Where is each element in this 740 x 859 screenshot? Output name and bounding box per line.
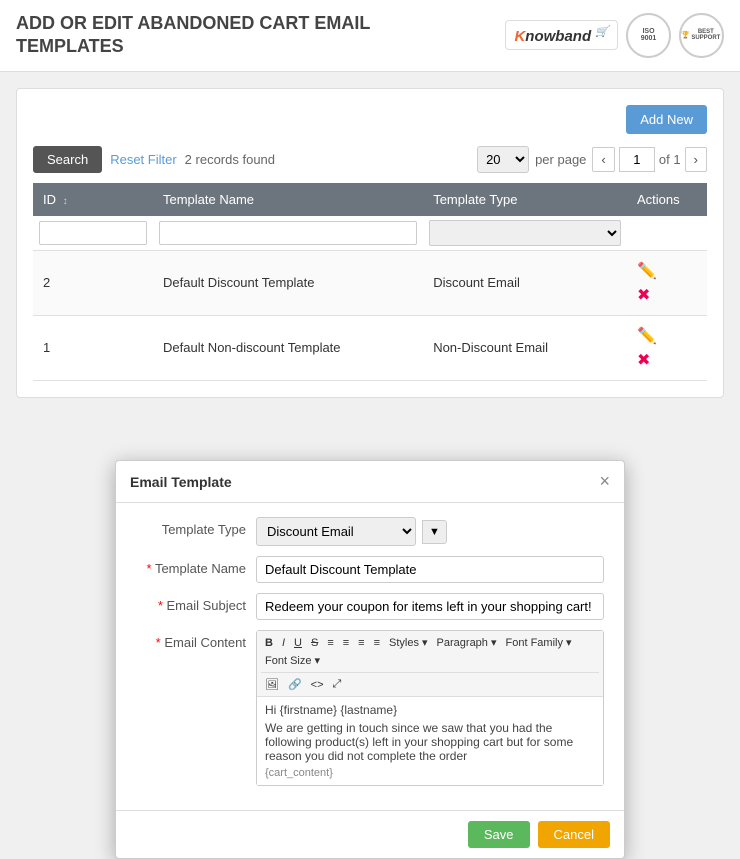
prev-page-button[interactable]: ‹ [592,147,614,172]
row2-delete-icon[interactable]: ✖ [637,350,697,370]
bold-button[interactable]: B [261,635,277,651]
pagination: ‹ of 1 › [592,147,707,172]
template-name-row: Template Name [136,556,604,583]
main-content: Add New Search Reset Filter 2 records fo… [16,88,724,398]
strikethrough-button[interactable]: S [307,635,322,651]
row2-actions: ✏️ ✖ [627,315,707,380]
search-bar: Search Reset Filter 2 records found 10 2… [33,146,707,173]
table-row: 1 Default Non-discount Template Non-Disc… [33,315,707,380]
email-subject-field [256,593,604,620]
modal-header: Email Template × [116,461,624,503]
page-title: ADD OR EDIT ABANDONED CART EMAIL TEMPLAT… [16,12,376,59]
row1-action-icons: ✏️ ✖ [637,261,697,305]
header-logos: Knowband 🛒 ISO9001 🏆BEST SUPPORT [505,13,724,58]
per-page-section: 10 20 50 100 per page ‹ of 1 › [477,146,707,173]
row1-template-type: Discount Email [423,250,627,315]
email-subject-row: Email Subject [136,593,604,620]
email-content-field: B I U S ≡ ≡ ≡ ≡ Styles ▾ Paragraph ▾ Fon… [256,630,604,786]
templates-table: ID ↕ Template Name Template Type Actions… [33,183,707,381]
row2-edit-icon[interactable]: ✏️ [637,326,697,346]
next-page-button[interactable]: › [685,147,707,172]
align-center-button[interactable]: ≡ [339,635,353,651]
page-header: ADD OR EDIT ABANDONED CART EMAIL TEMPLAT… [0,0,740,72]
fullscreen-button[interactable]: ⤢ [329,676,346,693]
template-type-label: Template Type [136,517,256,537]
editor-line1: Hi {firstname} {lastname} [265,703,595,717]
table-row: 2 Default Discount Template Discount Ema… [33,250,707,315]
row1-edit-icon[interactable]: ✏️ [637,261,697,281]
styles-select[interactable]: Styles ▾ [385,634,432,651]
reset-filter-button[interactable]: Reset Filter [110,152,176,167]
template-name-field [256,556,604,583]
paragraph-select[interactable]: Paragraph ▾ [433,634,501,651]
modal-close-button[interactable]: × [599,471,610,492]
template-type-select[interactable]: Discount Email Non-Discount Email [256,517,416,546]
email-subject-label: Email Subject [136,593,256,613]
cancel-button[interactable]: Cancel [538,821,610,848]
row1-actions: ✏️ ✖ [627,250,707,315]
filter-name-input[interactable] [159,221,417,245]
modal-title: Email Template [130,474,232,490]
image-button[interactable]: 🖼 [261,676,283,693]
add-new-button[interactable]: Add New [626,105,707,134]
email-template-modal: Email Template × Template Type Discount … [115,460,625,859]
filter-name-cell [153,216,423,251]
filter-type-select[interactable]: Discount Email Non-Discount Email [429,220,621,246]
row2-template-name: Default Non-discount Template [153,315,423,380]
save-button[interactable]: Save [468,821,530,848]
template-name-input[interactable] [256,556,604,583]
email-content-label: Email Content [136,630,256,650]
knowband-logo: Knowband 🛒 [505,20,618,50]
modal-footer: Save Cancel [116,810,624,858]
filter-actions-cell [627,216,707,251]
link-button[interactable]: 🔗 [284,676,306,693]
template-name-label: Template Name [136,556,256,576]
editor-content[interactable]: Hi {firstname} {lastname} We are getting… [257,697,603,785]
filter-row: Discount Email Non-Discount Email [33,216,707,251]
col-actions: Actions [627,183,707,216]
align-left-button[interactable]: ≡ [323,635,337,651]
underline-button[interactable]: U [290,635,306,651]
row1-template-name: Default Discount Template [153,250,423,315]
filter-type-cell: Discount Email Non-Discount Email [423,216,627,251]
row2-id: 1 [33,315,153,380]
list-button[interactable]: ≡ [370,635,384,651]
search-button[interactable]: Search [33,146,102,173]
filter-id-input[interactable] [39,221,147,245]
page-total: of 1 [659,152,681,167]
modal-body: Template Type Discount Email Non-Discoun… [116,503,624,810]
toolbar: Add New [33,105,707,134]
iso-logo: ISO9001 [626,13,671,58]
col-id: ID ↕ [33,183,153,216]
records-found: 2 records found [185,152,275,167]
row2-action-icons: ✏️ ✖ [637,326,697,370]
col-template-name: Template Name [153,183,423,216]
align-right-button[interactable]: ≡ [354,635,368,651]
row2-template-type: Non-Discount Email [423,315,627,380]
row1-id: 2 [33,250,153,315]
font-family-select[interactable]: Font Family ▾ [502,634,576,651]
col-template-type: Template Type [423,183,627,216]
page-number-input[interactable] [619,147,655,172]
filter-id-cell [33,216,153,251]
per-page-label: per page [535,152,586,167]
font-size-select[interactable]: Font Size ▾ [261,652,324,669]
template-type-field: Discount Email Non-Discount Email ▼ [256,517,604,546]
template-type-row: Template Type Discount Email Non-Discoun… [136,517,604,546]
email-subject-input[interactable] [256,593,604,620]
dropdown-arrow-icon[interactable]: ▼ [422,520,447,544]
row1-delete-icon[interactable]: ✖ [637,285,697,305]
editor-line2: We are getting in touch since we saw tha… [265,721,595,763]
per-page-select[interactable]: 10 20 50 100 [477,146,529,173]
email-content-row: Email Content B I U S ≡ ≡ ≡ ≡ Styles ▾ P… [136,630,604,786]
editor-placeholder: {cart_content} [265,767,595,779]
source-button[interactable]: <> [307,677,328,693]
rich-text-editor: B I U S ≡ ≡ ≡ ≡ Styles ▾ Paragraph ▾ Fon… [256,630,604,786]
award-logo: 🏆BEST SUPPORT [679,13,724,58]
sort-icon: ↕ [63,196,68,207]
italic-button[interactable]: I [278,635,289,651]
editor-toolbar: B I U S ≡ ≡ ≡ ≡ Styles ▾ Paragraph ▾ Fon… [257,631,603,697]
